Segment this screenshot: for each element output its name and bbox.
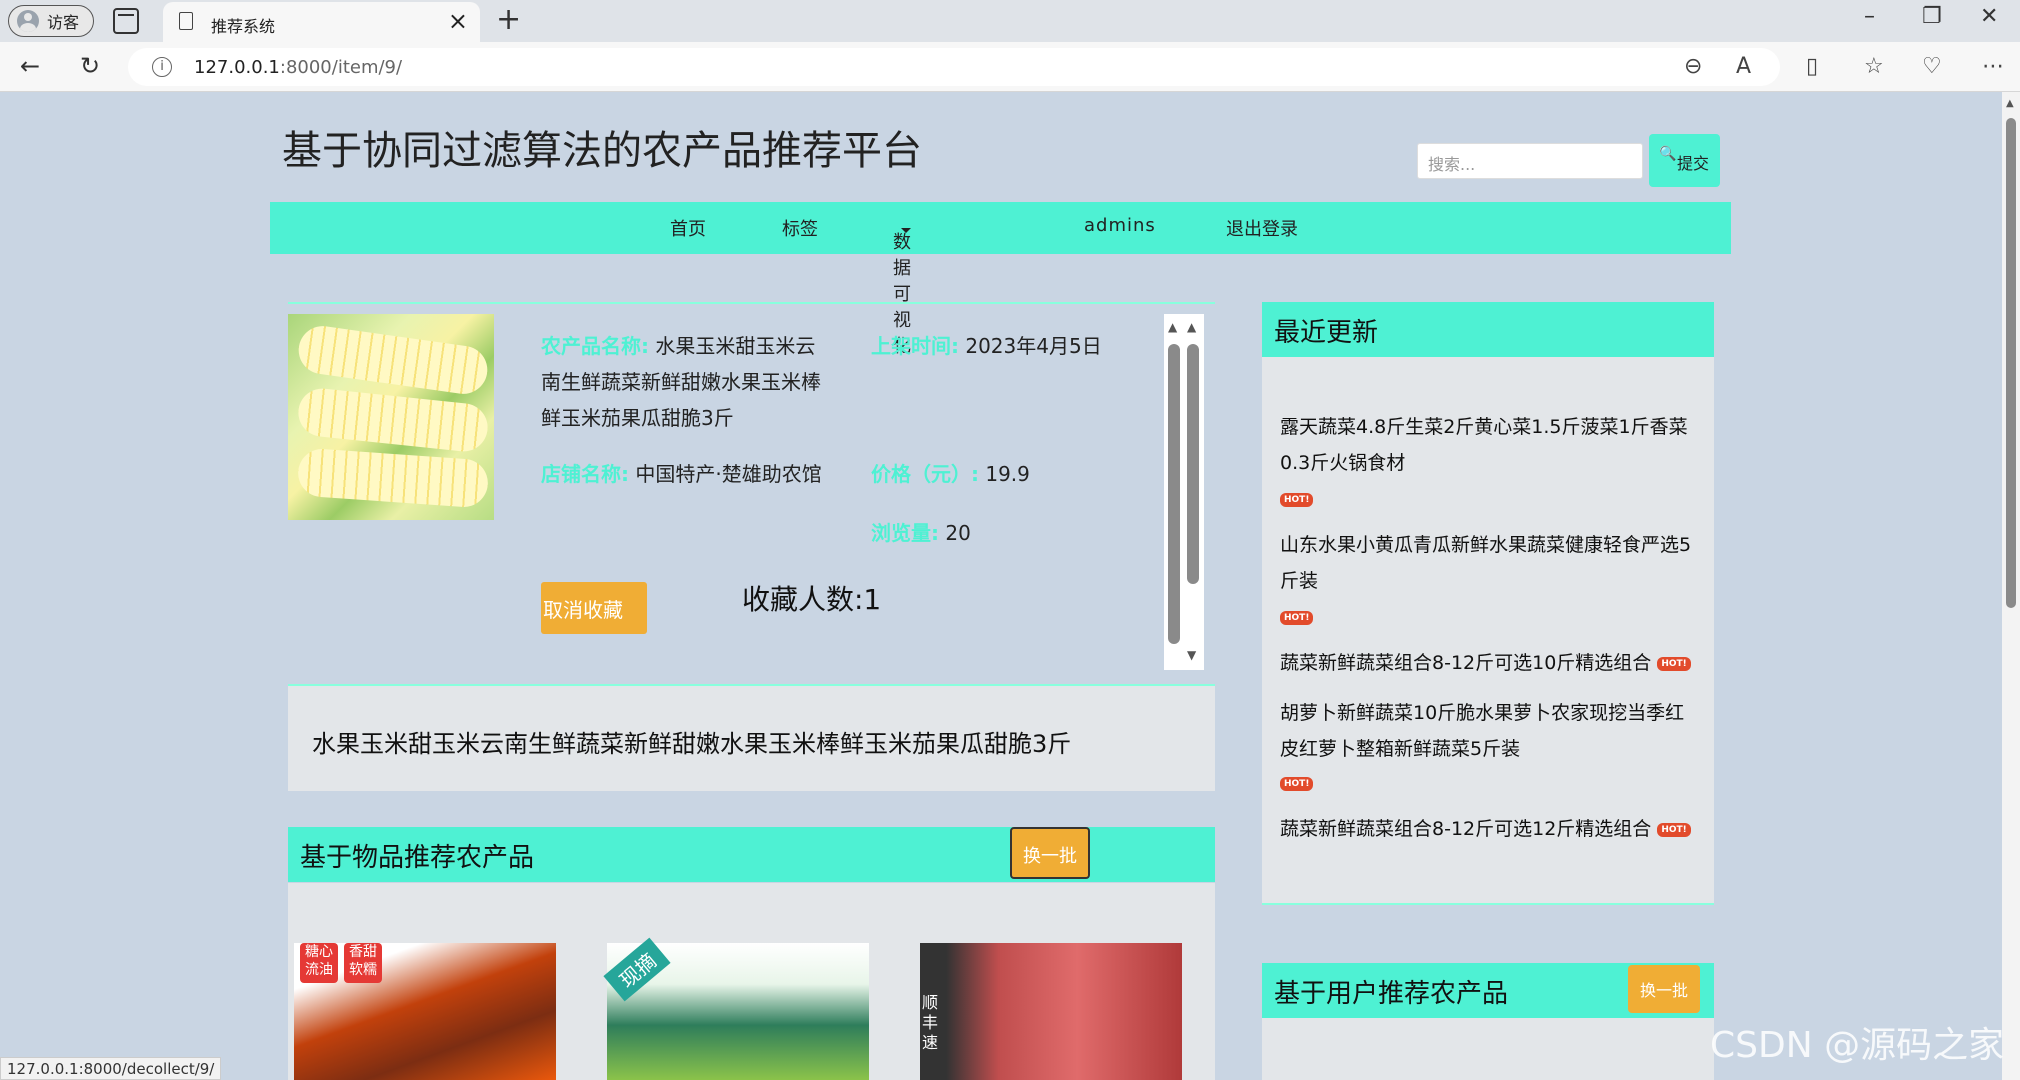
page-icon	[179, 12, 193, 30]
recent-item-link[interactable]: 山东水果小黄瓜青瓜新鲜水果蔬菜健康轻食严选5斤装	[1280, 534, 1691, 592]
shop-label: 店铺名称:	[541, 462, 629, 486]
product-image	[288, 314, 494, 520]
reload-icon[interactable]: ↻	[80, 52, 100, 80]
split-screen-icon[interactable]: ▯	[1806, 54, 1818, 79]
search-input[interactable]: 搜索...	[1417, 143, 1643, 179]
price-label: 价格（元）:	[871, 462, 979, 486]
nav-item-tags[interactable]: 标签	[782, 215, 818, 241]
recent-item-link[interactable]: 露天蔬菜4.8斤生菜2斤黄心菜1.5斤菠菜1斤香菜0.3斤火锅食材	[1280, 416, 1688, 474]
shop-field: 店铺名称: 中国特产·楚雄助农馆	[541, 456, 841, 492]
user-recs-refresh-button[interactable]: 换一批	[1628, 965, 1700, 1013]
image-caption: 顺丰速	[922, 993, 939, 1052]
image-caption: 糖心流油	[300, 943, 338, 983]
rec-item-image[interactable]: 糖心流油 香甜软糯	[294, 943, 556, 1080]
recent-header: 最近更新	[1262, 302, 1714, 357]
price-value: 19.9	[985, 462, 1030, 486]
recent-list: 露天蔬菜4.8斤生菜2斤黄心菜1.5斤菠菜1斤香菜0.3斤火锅食材 HOT! 山…	[1262, 357, 1714, 905]
nav-item-home[interactable]: 首页	[670, 215, 706, 241]
scroll-up-icon[interactable]: ▲	[1168, 320, 1177, 334]
recent-title: 最近更新	[1274, 318, 1379, 348]
profile-button[interactable]: 访客	[8, 5, 94, 37]
product-description: 水果玉米甜玉米云南生鲜蔬菜新鲜甜嫩水果玉米棒鲜玉米茄果瓜甜脆3斤	[288, 684, 1215, 791]
favorite-count: 收藏人数:1	[742, 583, 882, 616]
image-caption: 现摘	[603, 937, 671, 1002]
product-scroll-area[interactable]: ▲ ▲ ▼	[1164, 314, 1204, 670]
item-recs-refresh-button[interactable]: 换一批	[1010, 827, 1090, 879]
user-recs-list	[1262, 1018, 1714, 1080]
url-host: 127.0.0.1	[194, 57, 280, 78]
recent-item-badge: HOT!	[1280, 765, 1700, 801]
hot-badge: HOT!	[1280, 610, 1314, 625]
main-nav: 首页 标签 数据可视化 admins 退出登录	[270, 202, 1731, 357]
minimize-icon[interactable]: –	[1864, 4, 1875, 29]
listing-date-field: 上架时间: 2023年4月5日	[871, 328, 1161, 364]
chevron-down-icon	[901, 228, 911, 233]
favorites-icon[interactable]: ☆	[1864, 54, 1884, 79]
scrollbar-thumb[interactable]	[1168, 344, 1180, 644]
unfavorite-button[interactable]: 取消收藏	[541, 582, 647, 634]
browser-tab[interactable]: 推荐系统 ×	[163, 2, 480, 42]
browser-essentials-icon[interactable]: ♡	[1922, 54, 1942, 79]
scrollbar-thumb[interactable]	[1187, 344, 1199, 584]
scroll-down-icon[interactable]: ▼	[1187, 648, 1196, 662]
tab-actions-icon[interactable]	[113, 8, 139, 34]
item-recs-title: 基于物品推荐农产品	[300, 843, 535, 873]
restore-icon[interactable]: ❐	[1922, 4, 1942, 29]
close-tab-icon[interactable]: ×	[448, 7, 468, 35]
hot-badge: HOT!	[1280, 492, 1314, 507]
profile-label: 访客	[47, 13, 80, 32]
tab-title: 推荐系统	[211, 17, 276, 36]
hot-badge: HOT!	[1280, 776, 1314, 791]
submit-button[interactable]: 🔍 提交	[1649, 134, 1720, 187]
site-title: 基于协同过滤算法的农产品推荐平台	[282, 128, 922, 174]
hot-badge: HOT!	[1657, 822, 1691, 837]
site-info-icon[interactable]: i	[152, 57, 172, 77]
user-recs-title: 基于用户推荐农产品	[1274, 979, 1509, 1009]
read-aloud-icon[interactable]: A	[1736, 54, 1751, 79]
listing-date-label: 上架时间:	[871, 334, 959, 358]
status-bar-url: 127.0.0.1:8000/decollect/9/	[0, 1057, 222, 1080]
recent-item-link[interactable]: 胡萝卜新鲜蔬菜10斤脆水果萝卜农家现挖当季红皮红萝卜整箱新鲜蔬菜5斤装	[1280, 702, 1684, 760]
views-label: 浏览量:	[871, 521, 939, 545]
search-icon: 🔍	[1659, 146, 1677, 162]
address-bar[interactable]: i 127.0.0.1:8000/item/9/	[128, 48, 1780, 86]
recent-item[interactable]: 胡萝卜新鲜蔬菜10斤脆水果萝卜农家现挖当季红皮红萝卜整箱新鲜蔬菜5斤装	[1280, 695, 1700, 767]
item-recs-list: 糖心流油 香甜软糯 现摘 顺丰速	[288, 883, 1215, 1080]
product-name-label: 农产品名称:	[541, 334, 649, 358]
new-tab-icon[interactable]: +	[496, 2, 521, 37]
back-icon[interactable]: ←	[20, 52, 40, 80]
rec-item-image[interactable]: 顺丰速	[920, 943, 1182, 1080]
scroll-up-icon[interactable]: ▲	[1187, 320, 1196, 334]
nav-item-logout[interactable]: 退出登录	[1226, 215, 1298, 241]
url-path: :8000/item/9/	[279, 57, 403, 78]
recent-item-link[interactable]: 蔬菜新鲜蔬菜组合8-12斤可选12斤精选组合	[1280, 818, 1651, 840]
profile-avatar-icon	[17, 10, 39, 32]
listing-date: 2023年4月5日	[965, 334, 1102, 358]
recent-item-badge: HOT!	[1280, 599, 1700, 635]
watermark: CSDN @源码之家	[1710, 1025, 2005, 1066]
views-value: 20	[945, 521, 971, 545]
submit-label: 提交	[1677, 154, 1710, 173]
hot-badge: HOT!	[1657, 656, 1691, 671]
recent-item[interactable]: 蔬菜新鲜蔬菜组合8-12斤可选12斤精选组合 HOT!	[1280, 811, 1700, 847]
product-name-field: 农产品名称: 水果玉米甜玉米云南生鲜蔬菜新鲜甜嫩水果玉米棒鲜玉米茄果瓜甜脆3斤	[541, 328, 831, 436]
scrollbar-thumb[interactable]	[2006, 118, 2016, 608]
zoom-out-icon[interactable]: ⊖	[1684, 54, 1702, 79]
more-icon[interactable]: ⋯	[1982, 54, 2004, 79]
recent-item[interactable]: 蔬菜新鲜蔬菜组合8-12斤可选10斤精选组合 HOT!	[1280, 645, 1700, 681]
recent-item[interactable]: 露天蔬菜4.8斤生菜2斤黄心菜1.5斤菠菜1斤香菜0.3斤火锅食材	[1280, 409, 1700, 481]
recent-item-link[interactable]: 蔬菜新鲜蔬菜组合8-12斤可选10斤精选组合	[1280, 652, 1651, 674]
shop-name: 中国特产·楚雄助农馆	[635, 462, 822, 486]
recent-item[interactable]: 山东水果小黄瓜青瓜新鲜水果蔬菜健康轻食严选5斤装	[1280, 527, 1700, 599]
nav-item-admins[interactable]: admins	[1084, 215, 1156, 236]
image-caption: 香甜软糯	[344, 943, 382, 983]
page-scrollbar[interactable]: ▲	[2002, 92, 2020, 1080]
recent-item-badge: HOT!	[1280, 481, 1700, 517]
scroll-up-icon[interactable]: ▲	[2006, 98, 2014, 109]
price-field: 价格（元）: 19.9	[871, 456, 1161, 492]
close-window-icon[interactable]: ✕	[1980, 4, 1998, 29]
rec-item-image[interactable]: 现摘	[603, 937, 869, 1080]
views-field: 浏览量: 20	[871, 515, 1161, 551]
